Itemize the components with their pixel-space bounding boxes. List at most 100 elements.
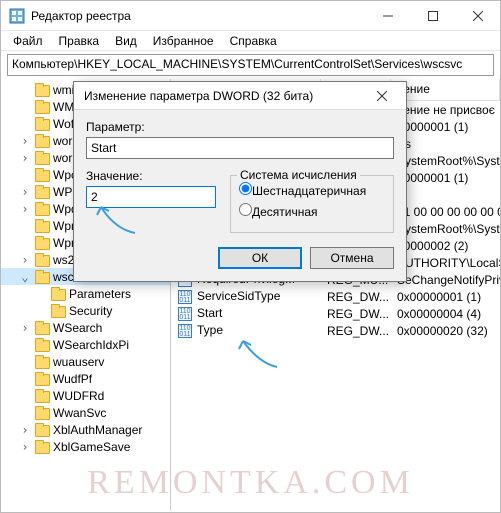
folder-icon	[34, 338, 50, 352]
folder-icon	[34, 83, 50, 97]
value-name: Start	[197, 306, 222, 320]
expand-icon[interactable]: ›	[19, 321, 31, 335]
title-bar: Редактор реестра	[1, 1, 500, 31]
tree-item[interactable]: Parameters	[1, 285, 170, 302]
dialog-close-button[interactable]	[362, 82, 402, 109]
folder-icon	[50, 304, 66, 318]
radix-hex-radio[interactable]	[239, 182, 252, 195]
expand-icon[interactable]: ›	[19, 253, 31, 267]
value-data: 0x00000001 (1)	[391, 290, 500, 304]
tree-item-label: XblAuthManager	[53, 423, 142, 437]
app-icon	[9, 8, 25, 24]
expand-icon[interactable]: ›	[19, 202, 31, 216]
folder-icon	[34, 236, 50, 250]
edit-dword-dialog: Изменение параметра DWORD (32 бита) Пара…	[73, 81, 407, 282]
folder-icon	[34, 253, 50, 267]
list-row[interactable]: 110011 ServiceSidType REG_DW...0x00000001 …	[171, 288, 500, 305]
folder-icon	[34, 134, 50, 148]
value-data: 0x00000020 (32)	[391, 324, 500, 338]
list-row[interactable]: 110011 Type REG_DW...0x00000020 (32)	[171, 322, 500, 339]
expand-icon[interactable]: ›	[19, 185, 31, 199]
value-data: Ss	[391, 137, 500, 151]
value-data: 00000001 (1)	[391, 171, 500, 185]
expand-icon[interactable]: ›	[19, 423, 31, 437]
expand-icon[interactable]: ›	[19, 440, 31, 454]
menu-fav[interactable]: Избранное	[145, 32, 222, 50]
radix-legend: Система исчисления	[237, 168, 360, 182]
folder-icon	[34, 100, 50, 114]
value-bin-icon: 110011	[177, 323, 193, 339]
radix-dec[interactable]: Десятичная	[239, 203, 385, 221]
maximize-button[interactable]	[410, 1, 455, 30]
value-data: SystemRoot%\Syster	[391, 222, 500, 236]
menu-help[interactable]: Справка	[222, 32, 285, 50]
value-name: Type	[197, 323, 223, 337]
list-row[interactable]: 110011StartREG_DW...0x00000004 (4)	[171, 305, 500, 322]
close-button[interactable]	[455, 1, 500, 30]
folder-icon	[34, 168, 50, 182]
value-data: 00000001 (1)	[391, 120, 500, 134]
ok-button[interactable]: ОК	[218, 247, 302, 269]
folder-icon	[34, 355, 50, 369]
folder-icon	[34, 321, 50, 335]
menu-edit[interactable]: Правка	[51, 32, 108, 50]
value-label: Значение:	[86, 169, 216, 183]
tree-item-label: Parameters	[69, 287, 131, 301]
dialog-title: Изменение параметра DWORD (32 бита)	[84, 89, 362, 103]
tree-item[interactable]: WUDFRd	[1, 387, 170, 404]
tree-item-label: WSearchIdxPi	[53, 338, 129, 352]
minimize-button[interactable]	[365, 1, 410, 30]
window-controls	[365, 1, 500, 30]
param-input[interactable]	[86, 137, 394, 159]
value-type: REG_DW...	[321, 324, 391, 338]
tree-item-label: WUDFRd	[53, 389, 104, 403]
menu-file[interactable]: Файл	[5, 32, 51, 50]
value-data: AUTHORITY\LocalS	[391, 256, 500, 270]
tree-item-label: wuauserv	[53, 355, 104, 369]
col-data[interactable]: чение	[391, 79, 500, 100]
value-bin-icon: 110011	[177, 306, 193, 322]
folder-icon	[34, 389, 50, 403]
value-data: чение не присвоє	[391, 103, 500, 117]
menu-bar: Файл Правка Вид Избранное Справка	[1, 31, 500, 51]
tree-item[interactable]: Security	[1, 302, 170, 319]
tree-item[interactable]: › XblAuthManager	[1, 421, 170, 438]
value-name: ServiceSidType	[197, 289, 280, 303]
radix-dec-radio[interactable]	[239, 203, 252, 216]
folder-icon	[34, 406, 50, 420]
dialog-title-bar: Изменение параметра DWORD (32 бита)	[74, 82, 406, 110]
tree-item-label: Wof	[53, 117, 74, 131]
folder-icon	[34, 151, 50, 165]
value-input[interactable]	[86, 186, 216, 208]
folder-icon	[34, 117, 50, 131]
tree-item[interactable]: WwanSvc	[1, 404, 170, 421]
value-data: 00000002 (2)	[391, 239, 500, 253]
folder-icon	[34, 202, 50, 216]
tree-item-label: WwanSvc	[53, 406, 106, 420]
tree-item-label: WSearch	[53, 321, 102, 335]
expand-icon[interactable]: ›	[19, 151, 31, 165]
folder-icon	[34, 440, 50, 454]
expand-icon[interactable]: ⌄	[19, 270, 31, 284]
value-type: REG_DW...	[321, 307, 391, 321]
address-bar[interactable]: Компьютер\HKEY_LOCAL_MACHINE\SYSTEM\Curr…	[7, 54, 494, 76]
folder-icon	[34, 219, 50, 233]
radix-hex[interactable]: Шестнадцатеричная	[239, 182, 385, 200]
tree-item[interactable]: › WSearch	[1, 319, 170, 336]
value-data: SystemRoot%\Syster	[391, 154, 500, 168]
param-label: Параметр:	[86, 120, 394, 134]
tree-item[interactable]: › XblGameSave	[1, 438, 170, 455]
value-data: SeChangeNotifyPrivile	[391, 273, 500, 287]
value-data: 01 00 00 00 00 00 00	[391, 205, 500, 219]
value-bin-icon: 110011	[177, 289, 193, 305]
window-title: Редактор реестра	[31, 9, 365, 23]
tree-item[interactable]: WSearchIdxPi	[1, 336, 170, 353]
tree-item-label: XblGameSave	[53, 440, 130, 454]
cancel-button[interactable]: Отмена	[310, 247, 394, 269]
value-type: REG_DW...	[321, 290, 391, 304]
menu-view[interactable]: Вид	[107, 32, 145, 50]
tree-item[interactable]: WudfPf	[1, 370, 170, 387]
tree-item[interactable]: wuauserv	[1, 353, 170, 370]
tree-item-label: Security	[69, 304, 112, 318]
expand-icon[interactable]: ›	[19, 134, 31, 148]
